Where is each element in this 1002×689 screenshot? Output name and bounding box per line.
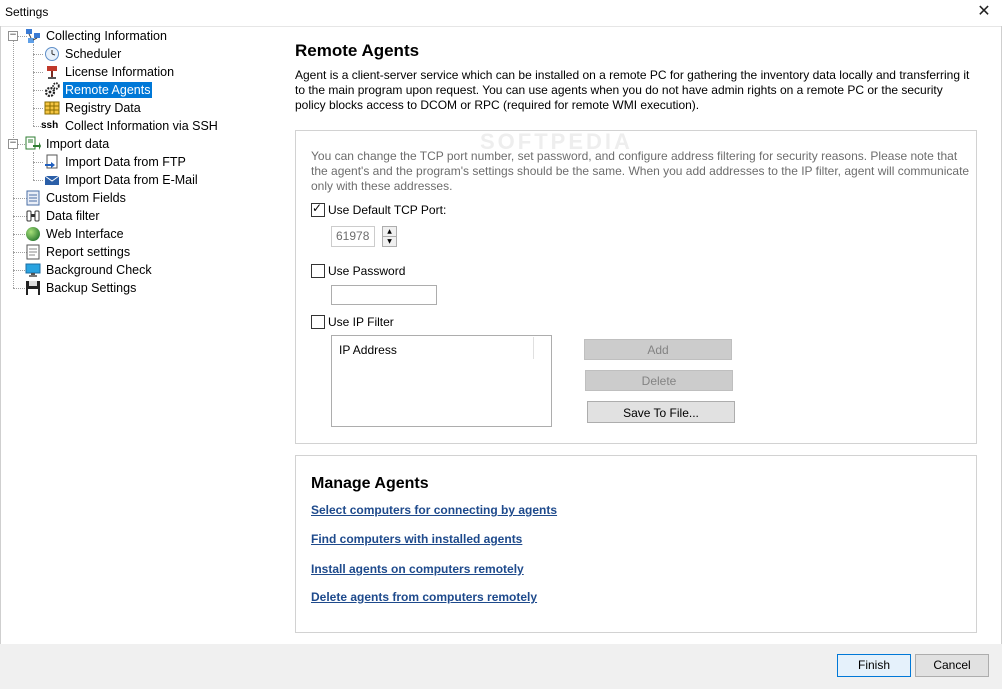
use-password-label: Use Password xyxy=(328,264,406,278)
tree-item-data-filter[interactable]: Data filter xyxy=(25,207,102,225)
report-icon xyxy=(25,244,41,260)
close-icon[interactable]: ✕ xyxy=(972,2,996,22)
ftp-icon xyxy=(44,154,60,170)
tree-item-label: Registry Data xyxy=(65,101,141,115)
tree-item-remote-agents[interactable]: Remote Agents xyxy=(44,81,154,99)
import-icon xyxy=(25,136,41,152)
find-computers-link[interactable]: Find computers with installed agents xyxy=(311,532,522,546)
window-title: Settings xyxy=(5,5,49,19)
tree-item-import-email[interactable]: Import Data from E-Mail xyxy=(44,171,200,189)
floppy-icon xyxy=(25,280,41,296)
tree-item-web-interface[interactable]: Web Interface xyxy=(25,225,126,243)
port-field[interactable]: 61978 xyxy=(331,226,375,247)
cancel-button[interactable]: Cancel xyxy=(915,654,989,677)
tree-item-label: License Information xyxy=(65,65,175,79)
use-ip-filter-label: Use IP Filter xyxy=(328,315,394,329)
use-default-port-label: Use Default TCP Port: xyxy=(328,203,447,217)
tree-item-label: Import Data from E-Mail xyxy=(65,173,198,187)
tree-item-report-settings[interactable]: Report settings xyxy=(25,243,132,261)
tree-item-label: Data filter xyxy=(46,209,100,223)
monitor-icon xyxy=(25,262,41,278)
use-default-port-checkbox[interactable] xyxy=(311,201,325,217)
page-description: Agent is a client-server service which c… xyxy=(295,68,970,112)
tree-item-import-data[interactable]: Import data xyxy=(25,135,111,153)
install-agents-link[interactable]: Install agents on computers remotely xyxy=(311,562,524,576)
finish-button[interactable]: Finish xyxy=(837,654,911,677)
tree-item-label: Report settings xyxy=(46,245,131,259)
collapse-collecting-toggle[interactable]: − xyxy=(8,31,18,41)
save-to-file-button[interactable]: Save To File... xyxy=(587,401,735,423)
ip-address-column-header[interactable]: IP Address xyxy=(339,343,397,357)
delete-agents-link[interactable]: Delete agents from computers remotely xyxy=(311,590,537,604)
settings-note: You can change the TCP port number, set … xyxy=(311,149,970,193)
binoculars-icon xyxy=(25,208,41,224)
dialog-footer: Finish Cancel xyxy=(0,644,1002,689)
use-password-checkbox[interactable] xyxy=(311,264,325,278)
add-button[interactable]: Add xyxy=(584,339,732,360)
ip-address-list[interactable]: IP Address xyxy=(331,335,552,427)
stamp-icon xyxy=(44,64,60,80)
column-divider xyxy=(533,337,534,359)
grid-icon xyxy=(44,100,60,116)
use-ip-filter-checkbox[interactable] xyxy=(311,315,325,329)
tree-item-registry-data[interactable]: Registry Data xyxy=(44,99,143,117)
email-icon xyxy=(44,172,60,188)
tree-item-license-information[interactable]: License Information xyxy=(44,63,176,81)
tree-item-custom-fields[interactable]: Custom Fields xyxy=(25,189,128,207)
tree-item-backup-settings[interactable]: Backup Settings xyxy=(25,279,138,297)
tree-item-collect-ssh[interactable]: ssh Collect Information via SSH xyxy=(41,117,220,135)
tree-item-label: Backup Settings xyxy=(46,281,137,295)
manage-agents-heading: Manage Agents xyxy=(311,475,429,492)
tree-item-label: Import data xyxy=(46,137,110,151)
port-spin-down[interactable]: ▼ xyxy=(382,236,397,247)
select-computers-link[interactable]: Select computers for connecting by agent… xyxy=(311,503,557,517)
tree-item-label: Collect Information via SSH xyxy=(65,119,218,133)
tree-item-label: Collecting Information xyxy=(46,29,167,43)
settings-tree[interactable]: − − Collecting Information Scheduler Lic… xyxy=(0,26,282,644)
tree-item-scheduler[interactable]: Scheduler xyxy=(44,45,123,63)
tree-item-label: Import Data from FTP xyxy=(65,155,186,169)
tree-item-import-ftp[interactable]: Import Data from FTP xyxy=(44,153,188,171)
collecting-network-icon xyxy=(25,28,41,44)
tree-item-label: Web Interface xyxy=(46,227,124,241)
collapse-import-toggle[interactable]: − xyxy=(8,139,18,149)
tree-item-label: Remote Agents xyxy=(61,81,154,99)
delete-button[interactable]: Delete xyxy=(585,370,733,391)
password-field[interactable] xyxy=(331,285,437,305)
list-icon xyxy=(25,190,41,206)
tree-item-label: Scheduler xyxy=(65,47,122,61)
globe-icon xyxy=(25,226,41,242)
title-bar: Settings ✕ xyxy=(0,0,1002,27)
tree-item-collecting-information[interactable]: Collecting Information xyxy=(25,27,169,45)
tree-item-label: Custom Fields xyxy=(46,191,126,205)
ssh-icon: ssh xyxy=(41,120,59,131)
page-title: Remote Agents xyxy=(295,41,420,60)
gears-icon xyxy=(44,82,60,98)
tree-item-label: Background Check xyxy=(46,263,152,277)
tree-item-background-check[interactable]: Background Check xyxy=(25,261,154,279)
clock-icon xyxy=(44,46,60,62)
